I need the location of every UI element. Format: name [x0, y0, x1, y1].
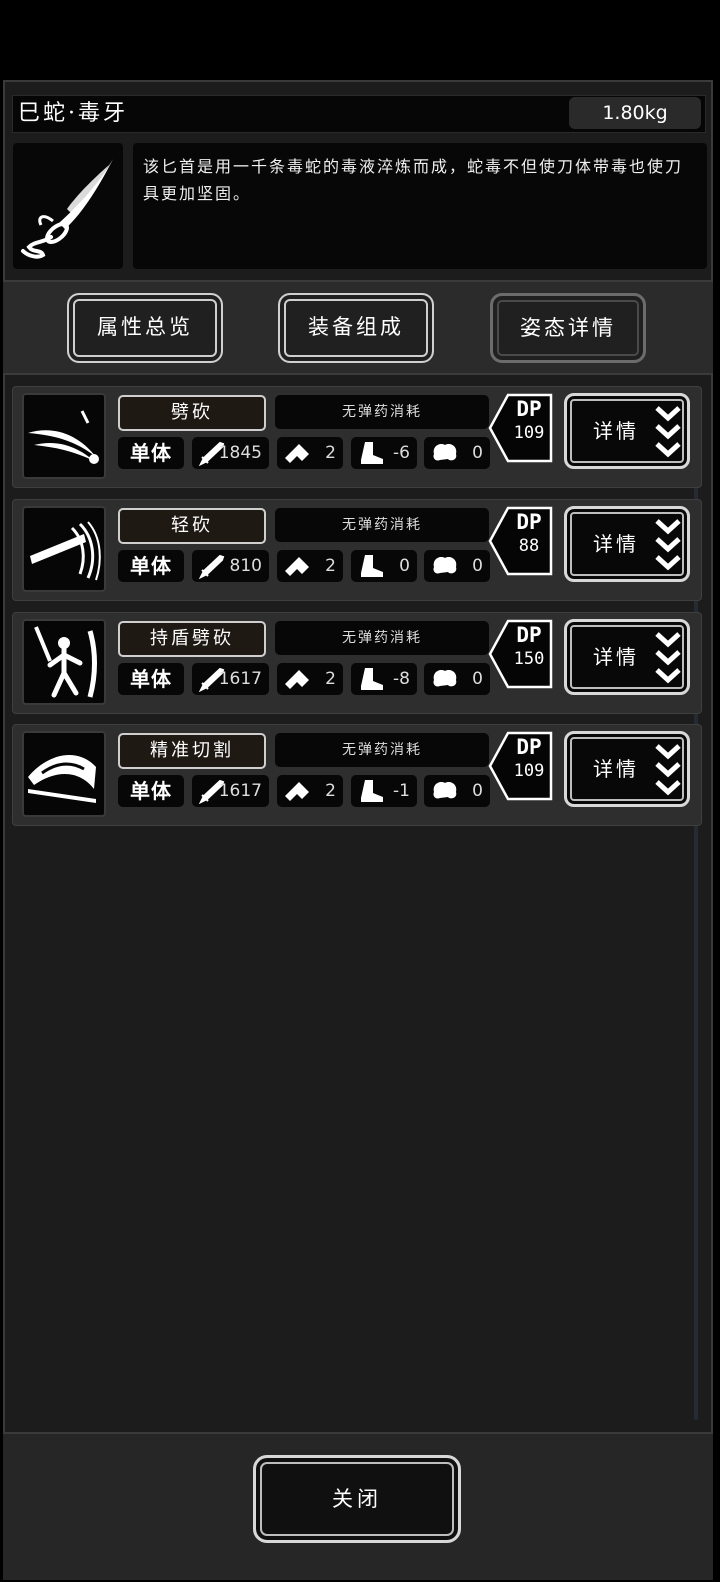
detail-button[interactable]: 详情	[564, 619, 690, 695]
detail-button[interactable]: 详情	[564, 393, 690, 469]
target-type: 单体	[118, 663, 184, 695]
boot-icon	[361, 442, 383, 464]
detail-button[interactable]: 详情	[564, 731, 690, 807]
skill-name: 轻砍	[118, 508, 266, 544]
skill-name: 持盾劈砍	[118, 621, 266, 657]
attack-value: 1845	[218, 443, 262, 463]
mind-stat: 0	[424, 775, 490, 807]
boot-icon	[361, 555, 383, 577]
target-type: 单体	[118, 775, 184, 807]
sword-icon	[198, 554, 225, 579]
ammo-cost: 无弹药消耗	[275, 733, 489, 767]
checker-icon	[285, 557, 309, 576]
skill-name: 精准切割	[118, 733, 266, 769]
hit-value: 2	[325, 669, 336, 689]
skill-name: 劈砍	[118, 395, 266, 431]
move-value: -6	[393, 443, 410, 463]
attack-stat: 1617	[192, 663, 269, 695]
dp-label: DP	[516, 735, 542, 759]
item-description: 该匕首是用一千条毒蛇的毒液淬炼而成，蛇毒不但使刀体带毒也使刀具更加坚固。	[133, 143, 707, 269]
mind-value: 0	[472, 443, 483, 463]
hit-stat: 2	[277, 550, 343, 582]
tab-equipment-composition[interactable]: 装备组成	[278, 293, 434, 363]
triple-chevron-down-icon	[655, 406, 681, 458]
hit-stat: 2	[277, 663, 343, 695]
tab-attribute-overview[interactable]: 属性总览	[67, 293, 223, 363]
dp-label: DP	[516, 623, 542, 647]
dp-value: 88	[518, 536, 540, 556]
attack-value: 810	[229, 556, 262, 576]
move-stat: -1	[351, 775, 417, 807]
move-value: -1	[393, 781, 410, 801]
dp-value: 109	[513, 423, 545, 443]
detail-label: 详情	[593, 757, 639, 781]
tab-stance-details[interactable]: 姿态详情	[490, 293, 646, 363]
boot-icon	[361, 668, 383, 690]
move-value: -8	[393, 669, 410, 689]
move-value: 0	[399, 556, 410, 576]
dp-value: 150	[513, 649, 545, 669]
item-weight: 1.80kg	[569, 97, 701, 129]
checker-icon	[285, 670, 309, 689]
detail-label: 详情	[593, 532, 639, 556]
brain-icon	[433, 782, 457, 799]
precise-cut-skill-icon	[22, 731, 106, 817]
ammo-cost: 无弹药消耗	[275, 395, 489, 429]
skill-row: 精准切割 无弹药消耗 单体 1617 2 -1 0 DP 109 详情	[12, 724, 702, 826]
mind-stat: 0	[424, 663, 490, 695]
mind-stat: 0	[424, 437, 490, 469]
dp-label: DP	[516, 510, 542, 534]
detail-label: 详情	[593, 645, 639, 669]
shield-slash-skill-icon	[22, 619, 106, 705]
hit-value: 2	[325, 556, 336, 576]
brain-icon	[433, 444, 457, 461]
snake-dagger-icon	[21, 159, 113, 259]
skill-row: 持盾劈砍 无弹药消耗 单体 1617 2 -8 0 DP 150 详情	[12, 612, 702, 714]
attack-stat: 810	[192, 550, 269, 582]
hit-value: 2	[325, 443, 336, 463]
mind-stat: 0	[424, 550, 490, 582]
move-stat: -8	[351, 663, 417, 695]
detail-label: 详情	[593, 419, 639, 443]
mind-value: 0	[472, 669, 483, 689]
hit-stat: 2	[277, 437, 343, 469]
brain-icon	[433, 670, 457, 687]
triple-chevron-down-icon	[655, 519, 681, 571]
target-type: 单体	[118, 437, 184, 469]
hit-value: 2	[325, 781, 336, 801]
ammo-cost: 无弹药消耗	[275, 508, 489, 542]
dp-value: 109	[513, 761, 545, 781]
close-button[interactable]: 关闭	[253, 1455, 461, 1543]
skill-row: 轻砍 无弹药消耗 单体 810 2 0 0 DP 88 详情	[12, 499, 702, 601]
target-type: 单体	[118, 550, 184, 582]
attack-value: 1617	[218, 781, 262, 801]
attack-stat: 1845	[192, 437, 269, 469]
move-stat: 0	[351, 550, 417, 582]
light-slash-skill-icon	[22, 506, 106, 592]
move-stat: -6	[351, 437, 417, 469]
skill-row: 劈砍 无弹药消耗 单体 1845 2 -6 0 DP 109 详情	[12, 386, 702, 488]
hit-stat: 2	[277, 775, 343, 807]
checker-icon	[285, 444, 309, 463]
attack-stat: 1617	[192, 775, 269, 807]
triple-chevron-down-icon	[655, 632, 681, 684]
dagger-image	[13, 143, 123, 269]
mind-value: 0	[472, 781, 483, 801]
boot-icon	[361, 780, 383, 802]
attack-value: 1617	[218, 669, 262, 689]
checker-icon	[285, 782, 309, 801]
dp-label: DP	[516, 397, 542, 421]
item-name: 巳蛇·毒牙	[18, 101, 128, 126]
brain-icon	[433, 557, 457, 574]
mind-value: 0	[472, 556, 483, 576]
triple-chevron-down-icon	[655, 744, 681, 796]
ammo-cost: 无弹药消耗	[275, 621, 489, 655]
slash-skill-icon	[22, 393, 106, 479]
detail-button[interactable]: 详情	[564, 506, 690, 582]
